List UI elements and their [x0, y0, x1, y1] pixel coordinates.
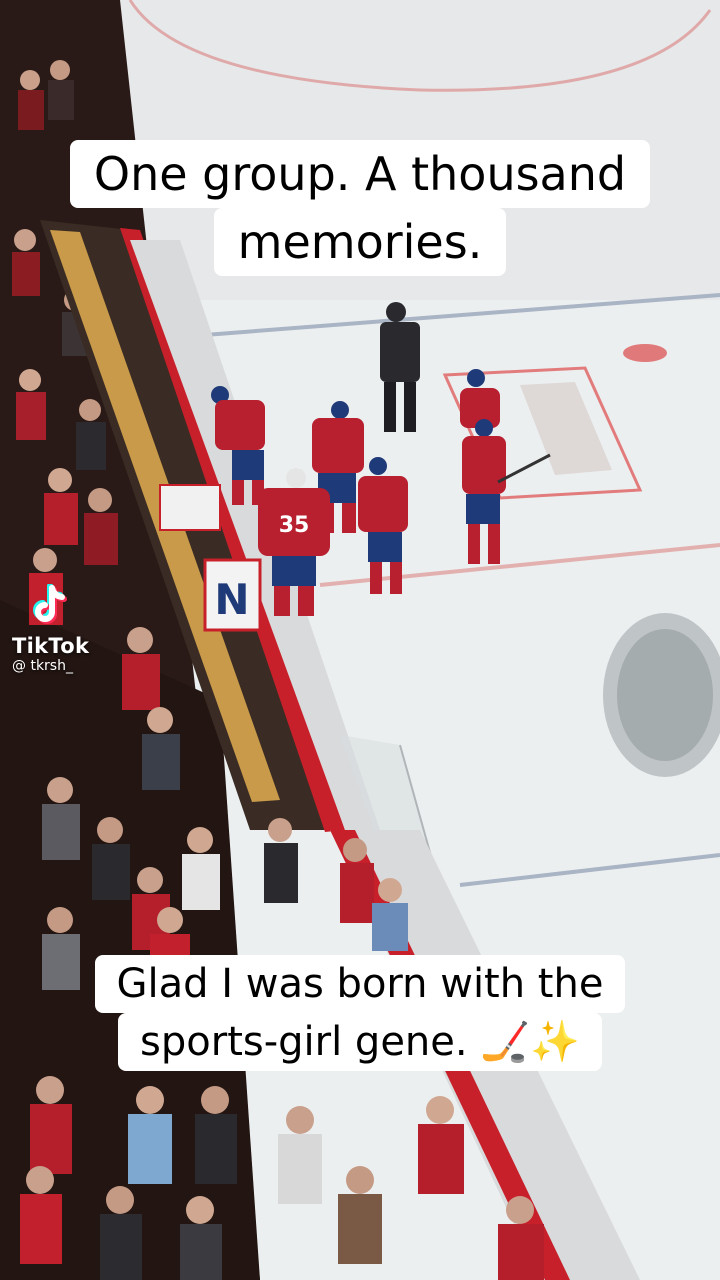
board-letter: N [214, 575, 249, 624]
jersey-number: 35 [279, 513, 310, 538]
tiktok-logo-icon [33, 583, 67, 624]
faceoff-dot [623, 344, 667, 362]
caption-top: One group. A thousand memories. [0, 140, 720, 276]
caption-bottom-line-2: sports-girl gene. 🏒✨ [118, 1013, 602, 1071]
board-ad-panel: N [203, 558, 262, 632]
caption-top-line-1: One group. A thousand [69, 140, 651, 208]
tiktok-handle: @ tkrsh_ [12, 658, 73, 674]
caption-top-line-2: memories. [213, 208, 507, 276]
caption-bottom-line-1: Glad I was born with the [94, 955, 626, 1013]
tiktok-brand: TikTok [12, 634, 90, 658]
tiktok-watermark: TikTok @ tkrsh_ [12, 583, 112, 674]
caption-bottom: Glad I was born with the sports-girl gen… [0, 955, 720, 1071]
